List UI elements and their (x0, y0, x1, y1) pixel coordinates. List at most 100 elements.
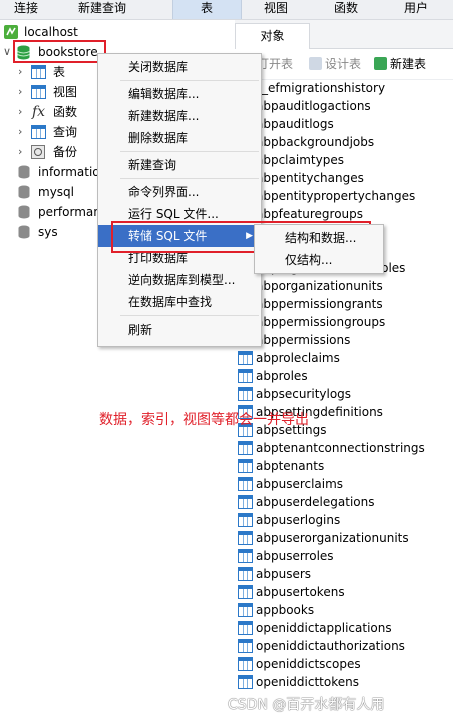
menu-item-close-db[interactable]: 关闭数据库 (98, 56, 261, 78)
design-icon (309, 57, 322, 70)
table-icon (238, 549, 253, 563)
menu-item-label: 删除数据库 (128, 131, 189, 145)
table-row[interactable]: abporganizationunits (235, 277, 453, 295)
table-name: abpauditlogactions (256, 99, 371, 113)
table-row[interactable]: abppermissions (235, 331, 453, 349)
database-node[interactable]: performance_schema (0, 202, 97, 222)
submenu-item-structure-only[interactable]: 仅结构... (255, 249, 383, 271)
table-name: openiddicttokens (256, 675, 359, 689)
chevron-right-icon[interactable]: › (18, 142, 22, 162)
tree-item-label: 查询 (53, 125, 78, 139)
table-name: abpuserdelegations (256, 495, 375, 509)
tab-objects[interactable]: 对象 (235, 23, 310, 49)
table-row[interactable]: abpbackgroundjobs (235, 133, 453, 151)
table-icon (238, 513, 253, 527)
menu-item-reverse-model[interactable]: 逆向数据库到模型... (98, 269, 261, 291)
table-row[interactable]: abpauditlogs (235, 115, 453, 133)
table-row[interactable]: abpclaimtypes (235, 151, 453, 169)
database-node[interactable]: information_schema (0, 162, 97, 182)
add-table-icon (374, 57, 387, 70)
connection-label: localhost (24, 25, 78, 39)
table-row[interactable]: abpuserlogins (235, 511, 453, 529)
database-icon (18, 185, 30, 199)
table-name: openiddictscopes (256, 657, 361, 671)
object-tab-bar: 对象 (235, 20, 453, 49)
table-row[interactable]: abpusers (235, 565, 453, 583)
database-node[interactable]: mysql (0, 182, 97, 202)
database-icon (18, 225, 30, 239)
menu-item-new-db[interactable]: 新建数据库... (98, 105, 261, 127)
table-icon (238, 369, 253, 383)
dump-submenu: 结构和数据... 仅结构... (254, 224, 384, 274)
table-row[interactable]: abppermissiongroups (235, 313, 453, 331)
new-table-button[interactable]: 新建表 (374, 56, 426, 72)
database-icon (18, 205, 30, 219)
database-label: performance_schema (38, 205, 97, 219)
menu-item-delete-db[interactable]: 删除数据库 (98, 127, 261, 149)
open-table-button[interactable]: 打开表 (257, 56, 293, 72)
table-row[interactable]: abpsecuritylogs (235, 385, 453, 403)
menu-item-find-in-db[interactable]: 在数据库中查找 (98, 291, 261, 313)
table-row[interactable]: openiddictauthorizations (235, 637, 453, 655)
menu-item-cli[interactable]: 命令列界面... (98, 181, 261, 203)
table-name: openiddictauthorizations (256, 639, 405, 653)
table-name: abppermissiongrants (256, 297, 383, 311)
table-row[interactable]: openiddictscopes (235, 655, 453, 673)
table-icon (238, 387, 253, 401)
database-node[interactable]: sys (0, 222, 97, 242)
connection-icon (4, 25, 18, 39)
chevron-right-icon[interactable]: › (18, 82, 22, 102)
menu-item-edit-db[interactable]: 编辑数据库... (98, 83, 261, 105)
table-row[interactable]: appbooks (235, 601, 453, 619)
table-row[interactable]: abpentitypropertychanges (235, 187, 453, 205)
new-query-button[interactable]: 新建查询 (78, 0, 126, 19)
table-name: abpusertokens (256, 585, 345, 599)
table-row[interactable]: abpusertokens (235, 583, 453, 601)
chevron-right-icon[interactable]: › (18, 102, 22, 122)
table-icon (238, 621, 253, 635)
connect-button[interactable]: 连接 (14, 0, 38, 19)
database-label: information_schema (38, 165, 97, 179)
design-table-button[interactable]: 设计表 (309, 56, 361, 72)
table-row[interactable]: abproles (235, 367, 453, 385)
menu-separator (120, 178, 259, 179)
table-name: abpuserorganizationunits (256, 531, 409, 545)
submenu-item-structure-data[interactable]: 结构和数据... (255, 227, 383, 249)
menu-item-new-query[interactable]: 新建查询 (98, 154, 261, 176)
table-name: abppermissions (256, 333, 351, 347)
table-name: abptenantconnectionstrings (256, 441, 425, 455)
menu-item-refresh[interactable]: 刷新 (98, 319, 261, 341)
table-row[interactable]: abptenants (235, 457, 453, 475)
user-tab[interactable]: 用户 (404, 0, 428, 19)
menu-item-label: 新建数据库... (128, 109, 200, 123)
table-row[interactable]: abproleclaims (235, 349, 453, 367)
table-row[interactable]: openiddictapplications (235, 619, 453, 637)
table-icon (238, 657, 253, 671)
annotation-highlight-box (13, 40, 106, 63)
table-name: abpuserroles (256, 549, 334, 563)
table-tab[interactable]: 表 (172, 0, 242, 19)
function-tab[interactable]: 函数 (334, 0, 358, 19)
table-row[interactable]: abpuserdelegations (235, 493, 453, 511)
table-row[interactable]: abpauditlogactions (235, 97, 453, 115)
table-row[interactable]: abpentitychanges (235, 169, 453, 187)
chevron-right-icon[interactable]: › (18, 122, 22, 142)
table-row[interactable]: abpuserroles (235, 547, 453, 565)
connection-node[interactable]: localhost (0, 22, 235, 42)
table-row[interactable]: openiddicttokens (235, 673, 453, 691)
table-name: abpentitychanges (256, 171, 364, 185)
table-row[interactable]: __efmigrationshistory (235, 79, 453, 97)
menu-item-label: 结构和数据... (285, 231, 357, 245)
table-row[interactable]: abppermissiongrants (235, 295, 453, 313)
design-table-label: 设计表 (325, 57, 362, 71)
table-icon (238, 585, 253, 599)
tree-item-label: 备份 (53, 145, 78, 159)
chevron-right-icon[interactable]: › (18, 62, 22, 82)
table-row[interactable]: abptenantconnectionstrings (235, 439, 453, 457)
chevron-down-icon[interactable]: ∨ (3, 42, 11, 62)
view-tab[interactable]: 视图 (264, 0, 288, 19)
table-row[interactable]: abpuserorganizationunits (235, 529, 453, 547)
table-row[interactable]: abpuserclaims (235, 475, 453, 493)
context-menu: 关闭数据库 编辑数据库... 新建数据库... 删除数据库 新建查询 命令列界面… (97, 53, 262, 347)
table-icon (238, 441, 253, 455)
